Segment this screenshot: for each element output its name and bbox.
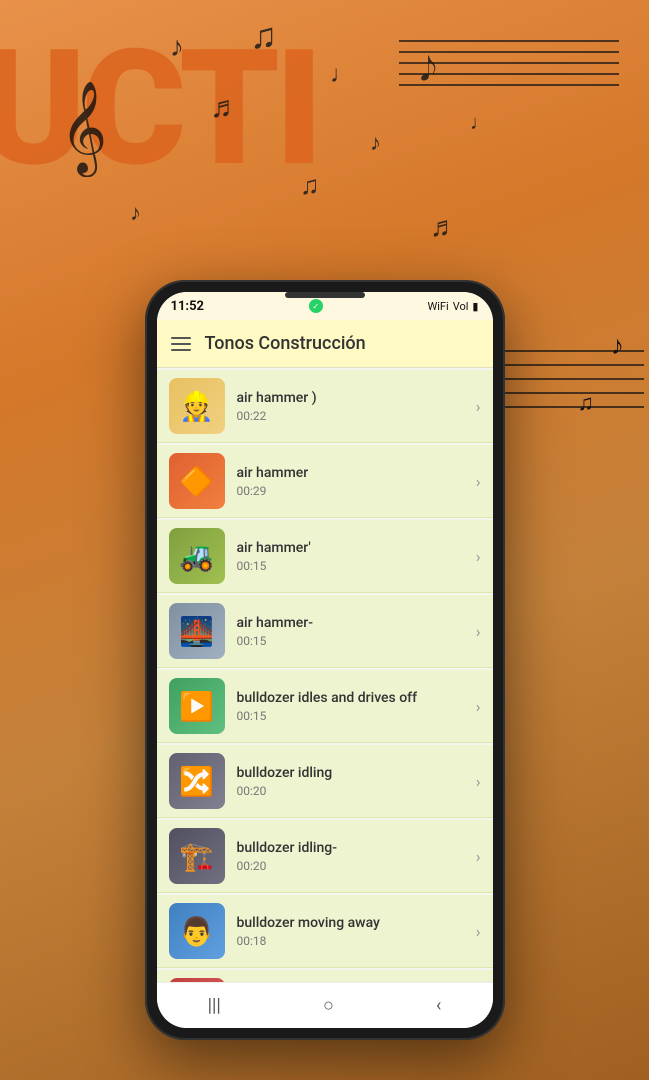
chevron-icon-5: › xyxy=(476,697,481,716)
app-header: Tonos Construcción xyxy=(157,320,493,368)
back-button[interactable]: ‹ xyxy=(416,991,461,1020)
sound-duration-6: 00:20 xyxy=(237,784,468,798)
chevron-icon-3: › xyxy=(476,547,481,566)
note-3: ♩ xyxy=(330,60,354,89)
status-time: 11:52 xyxy=(171,299,205,314)
sound-name-4: air hammer- xyxy=(237,614,468,632)
sound-info-7: bulldozer idling- 00:20 xyxy=(237,839,468,873)
sound-info-6: bulldozer idling 00:20 xyxy=(237,764,468,798)
sound-item[interactable]: 👷 air hammer ) 00:22 › xyxy=(157,370,493,443)
note-8: ♩ xyxy=(470,110,490,135)
sound-info-5: bulldozer idles and drives off 00:15 xyxy=(237,689,468,723)
sound-duration-7: 00:20 xyxy=(237,859,468,873)
note-2: ♫ xyxy=(250,15,277,57)
sound-item[interactable]: 🔀 bulldozer idling 00:20 › xyxy=(157,745,493,818)
sound-item[interactable]: 🚜 air hammer' 00:15 › xyxy=(157,520,493,593)
phone-device: 11:52 ✓ WiFi Vol ▮ Tonos Construcción xyxy=(145,280,505,1040)
sound-info-8: bulldozer moving away 00:18 xyxy=(237,914,468,948)
chevron-icon-6: › xyxy=(476,772,481,791)
sound-name-8: bulldozer moving away xyxy=(237,914,468,932)
sound-thumb-1: 👷 xyxy=(169,378,225,434)
sound-thumb-8: 👨 xyxy=(169,903,225,959)
chevron-icon-7: › xyxy=(476,847,481,866)
app-title: Tonos Construcción xyxy=(205,333,479,354)
sound-duration-8: 00:18 xyxy=(237,934,468,948)
sound-thumb-3: 🚜 xyxy=(169,528,225,584)
note-10: ♪ xyxy=(130,200,141,226)
sound-info-3: air hammer' 00:15 xyxy=(237,539,468,573)
sound-item[interactable]: 🏗️ bulldozer idling- 00:20 › xyxy=(157,820,493,893)
sound-info-4: air hammer- 00:15 xyxy=(237,614,468,648)
sound-name-7: bulldozer idling- xyxy=(237,839,468,857)
side-staff: ♪ ♫ xyxy=(484,350,644,550)
phone-body: 11:52 ✓ WiFi Vol ▮ Tonos Construcción xyxy=(145,280,505,1040)
note-5: ♪ xyxy=(370,130,381,156)
chevron-icon-4: › xyxy=(476,622,481,641)
note-6: ♫ xyxy=(300,170,320,201)
note-9: ♬ xyxy=(430,210,458,243)
sound-duration-3: 00:15 xyxy=(237,559,468,573)
sound-name-1: air hammer ) xyxy=(237,389,468,407)
phone-screen: 11:52 ✓ WiFi Vol ▮ Tonos Construcción xyxy=(157,292,493,1028)
hamburger-menu-button[interactable] xyxy=(171,337,191,351)
signal-icon: Vol xyxy=(453,300,469,313)
sound-duration-1: 00:22 xyxy=(237,409,468,423)
battery-icon: ▮ xyxy=(472,300,478,313)
sound-duration-4: 00:15 xyxy=(237,634,468,648)
sound-thumb-6: 🔀 xyxy=(169,753,225,809)
sound-name-2: air hammer xyxy=(237,464,468,482)
recent-apps-button[interactable]: ||| xyxy=(188,991,241,1020)
sound-thumb-7: 🏗️ xyxy=(169,828,225,884)
sound-thumb-2: 🔶 xyxy=(169,453,225,509)
wifi-icon: WiFi xyxy=(428,300,449,313)
sound-duration-2: 00:29 xyxy=(237,484,468,498)
sound-item[interactable]: 👨 bulldozer moving away 00:18 › xyxy=(157,895,493,968)
staff-lines xyxy=(399,40,619,86)
chevron-icon-8: › xyxy=(476,922,481,941)
sound-info-2: air hammer 00:29 xyxy=(237,464,468,498)
sound-item[interactable]: 🚒bulldozer moving dirt with squeaky trac… xyxy=(157,970,493,982)
sound-name-5: bulldozer idles and drives off xyxy=(237,689,468,707)
home-button[interactable]: ○ xyxy=(303,991,354,1020)
sound-duration-5: 00:15 xyxy=(237,709,468,723)
sound-item[interactable]: 🌉 air hammer- 00:15 › xyxy=(157,595,493,668)
sound-item[interactable]: 🔶 air hammer 00:29 › xyxy=(157,445,493,518)
sound-name-6: bulldozer idling xyxy=(237,764,468,782)
sound-thumb-5: ▶️ xyxy=(169,678,225,734)
whatsapp-icon: ✓ xyxy=(309,299,323,313)
sound-thumb-4: 🌉 xyxy=(169,603,225,659)
note-4: ♬ xyxy=(210,90,240,125)
note-1: ♪ xyxy=(170,30,184,63)
sound-name-3: air hammer' xyxy=(237,539,468,557)
chevron-icon-1: › xyxy=(476,397,481,416)
sound-info-1: air hammer ) 00:22 xyxy=(237,389,468,423)
status-icons: WiFi Vol ▮ xyxy=(428,300,479,313)
treble-clef-icon: 𝄞 xyxy=(60,80,107,174)
phone-notch xyxy=(285,292,365,298)
bottom-nav: ||| ○ ‹ xyxy=(157,982,493,1028)
sound-list: 👷 air hammer ) 00:22 › 🔶 air hammer 00:29 › 🚜 air… xyxy=(157,368,493,982)
chevron-icon-2: › xyxy=(476,472,481,491)
sound-item[interactable]: ▶️ bulldozer idles and drives off 00:15 › xyxy=(157,670,493,743)
